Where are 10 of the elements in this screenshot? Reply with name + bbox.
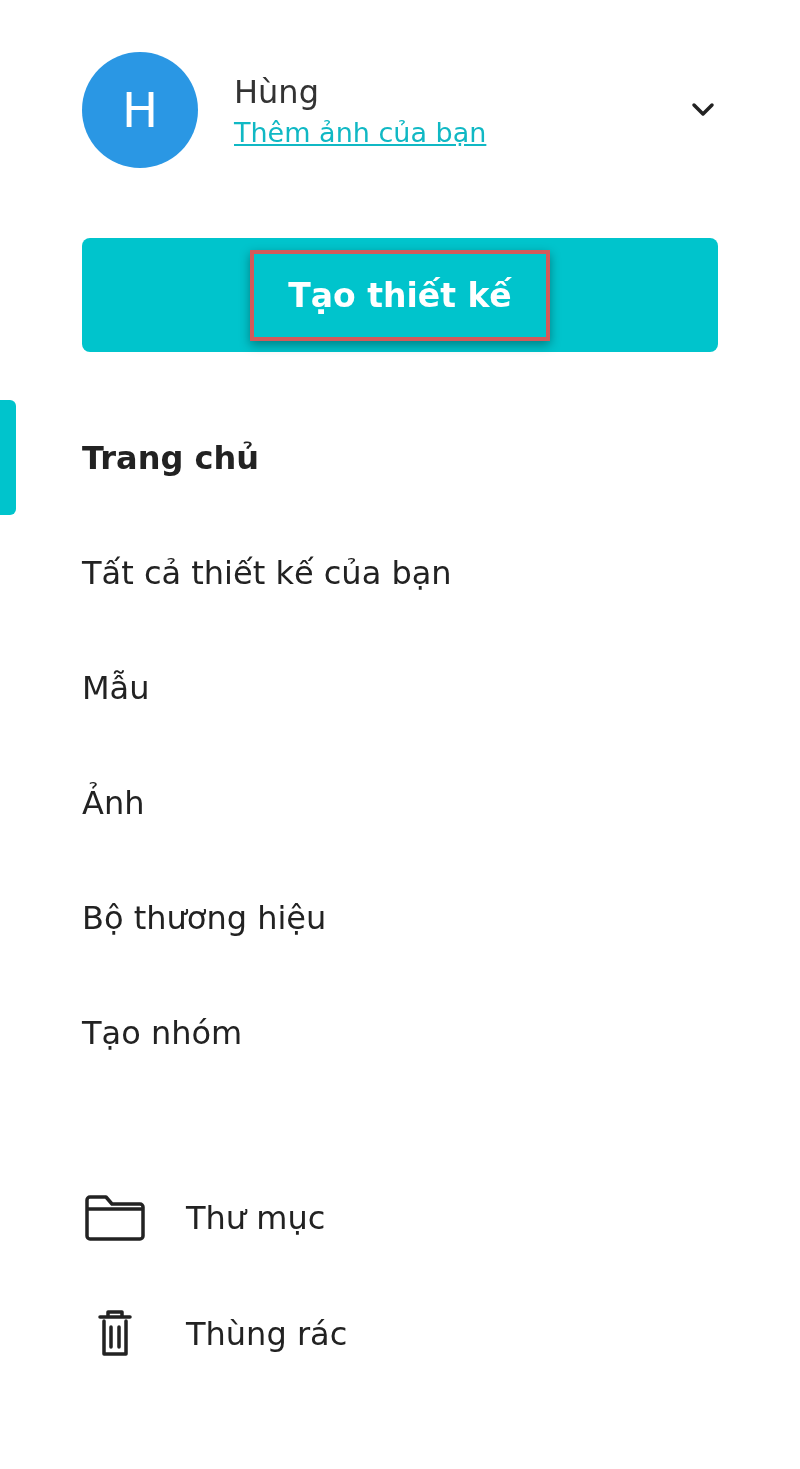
nav-item[interactable]: Trang chủ (82, 438, 260, 477)
nav-item[interactable]: Tất cả thiết kế của bạn (82, 553, 452, 592)
folder-icon (84, 1194, 146, 1242)
nav-item[interactable]: Mẫu (82, 668, 150, 707)
nav-item[interactable]: Thư mục (186, 1199, 326, 1237)
nav-item[interactable]: Ảnh (82, 783, 145, 822)
nav-item[interactable]: Bộ thương hiệu (82, 898, 327, 937)
user-name: Hùng (234, 72, 320, 111)
nav-item[interactable]: Thùng rác (186, 1315, 348, 1353)
nav-item[interactable]: Tạo nhóm (82, 1013, 243, 1052)
